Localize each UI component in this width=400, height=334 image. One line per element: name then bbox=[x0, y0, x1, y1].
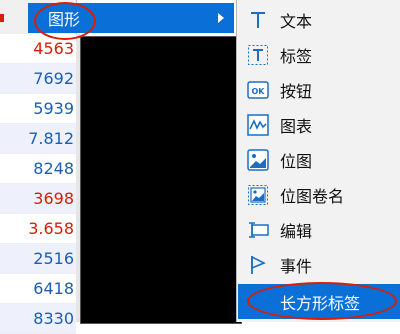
flag-icon bbox=[246, 253, 270, 277]
ok-button-icon: OK bbox=[246, 78, 270, 102]
number-cell: 8248 bbox=[0, 154, 76, 184]
submenu-item-bitmap[interactable]: 位图 bbox=[238, 142, 400, 177]
chevron-right-icon bbox=[218, 13, 224, 23]
number-cell: 3.658 bbox=[0, 214, 76, 244]
submenu-item-chart[interactable]: 图表 bbox=[238, 107, 400, 142]
number-cell: 5939 bbox=[0, 94, 76, 124]
annotation-ellipse-shapes bbox=[34, 2, 96, 40]
design-canvas[interactable] bbox=[80, 36, 242, 324]
submenu-item-button[interactable]: OK 按钮 bbox=[238, 72, 400, 107]
submenu-item-edit[interactable]: 编辑 bbox=[238, 212, 400, 247]
chart-icon bbox=[246, 113, 270, 137]
submenu-item-label[interactable]: 标签 bbox=[238, 37, 400, 72]
submenu-item-event[interactable]: 事件 bbox=[238, 247, 400, 282]
shapes-submenu: 文本 标签 OK 按钮 图表 位图 位图卷名 编辑 事件 长方形标签 bbox=[236, 0, 400, 322]
annotation-ellipse-rect-label bbox=[247, 282, 397, 320]
number-cell: 3698 bbox=[0, 184, 76, 214]
number-cell: 6418 bbox=[0, 274, 76, 304]
context-menu: 图形 bbox=[0, 0, 236, 40]
submenu-item-bitmap-name[interactable]: 位图卷名 bbox=[238, 177, 400, 212]
number-cell: 8330 bbox=[0, 304, 76, 334]
number-cell: 7692 bbox=[0, 64, 76, 94]
submenu-item-text[interactable]: 文本 bbox=[238, 2, 400, 37]
number-column: 4563 7692 5939 7.812 8248 3698 3.658 2516 6418 83… bbox=[0, 0, 77, 334]
number-cell: 7.812 bbox=[0, 124, 76, 154]
number-cell: 2516 bbox=[0, 244, 76, 274]
ok-icon-text: OK bbox=[252, 87, 266, 96]
edit-field-icon bbox=[246, 218, 270, 242]
image-name-icon bbox=[246, 183, 270, 207]
image-icon bbox=[246, 148, 270, 172]
label-icon bbox=[246, 43, 270, 67]
text-icon bbox=[246, 8, 270, 32]
